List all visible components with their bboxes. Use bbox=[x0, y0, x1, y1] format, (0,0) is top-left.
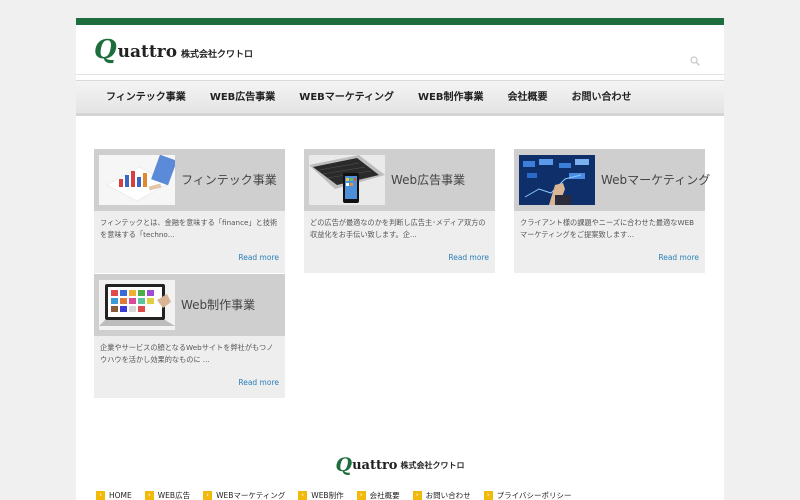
footer-link-home[interactable]: › HOME bbox=[96, 490, 132, 500]
arrow-right-icon: › bbox=[298, 491, 308, 500]
footer-logo-word: uattro bbox=[352, 457, 398, 473]
footer-link-privacy[interactable]: › プライバシーポリシー bbox=[483, 490, 572, 500]
footer-logo[interactable]: Q uattro 株式会社クワトロ bbox=[76, 454, 724, 476]
footer-link-label: お問い合わせ bbox=[425, 491, 471, 500]
fintech-chart-image bbox=[99, 155, 175, 205]
logo-word: uattro bbox=[117, 42, 178, 62]
arrow-right-icon: › bbox=[96, 491, 105, 500]
card-description: クライアント様の課題やニーズに合わせた最適なWEBマーケティングをご提案致します… bbox=[520, 218, 695, 239]
footer-link-company[interactable]: › 会社概要 bbox=[356, 490, 400, 500]
footer-link-web-production[interactable]: › WEB制作 bbox=[298, 490, 344, 500]
card-description: 企業やサービスの顔となるWebサイトを弊社がもつノウハウを活かし効果的なものに … bbox=[100, 343, 274, 364]
logo-q: Q bbox=[94, 35, 117, 65]
read-more-link[interactable]: Read more bbox=[448, 253, 489, 262]
footer-link-web-ads[interactable]: › WEB広告 bbox=[144, 490, 191, 500]
read-more-link[interactable]: Read more bbox=[238, 378, 279, 387]
arrow-right-icon: › bbox=[144, 491, 154, 500]
nav-item-contact[interactable]: お問い合わせ bbox=[559, 81, 643, 113]
nav-item-web-marketing[interactable]: WEBマーケティング bbox=[287, 81, 406, 113]
card-description: フィンテックとは、金融を意味する「finance」と技術を意味する「techno… bbox=[100, 218, 278, 239]
card-header: Web制作事業 bbox=[94, 274, 285, 336]
smartphone-laptop-image bbox=[309, 155, 385, 205]
nav-item-company[interactable]: 会社概要 bbox=[495, 81, 559, 113]
digital-marketing-image bbox=[519, 155, 595, 205]
card-title: Web広告事業 bbox=[391, 173, 466, 187]
footer-links: › HOME › WEB広告 › WEBマーケティング › WEB制作 › 会社概要 › お… bbox=[96, 490, 584, 500]
footer-link-label: プライバシーポリシー bbox=[496, 491, 572, 500]
nav-item-web-production[interactable]: WEB制作事業 bbox=[406, 81, 495, 113]
service-card-web-marketing: Webマーケティング クライアント様の課題やニーズに合わせた最適なWEBマーケテ… bbox=[514, 149, 710, 273]
footer-link-label: HOME bbox=[109, 491, 132, 500]
service-card-fintech: フィンテック事業 フィンテックとは、金融を意味する「finance」と技術を意味… bbox=[94, 149, 285, 273]
read-more-link[interactable]: Read more bbox=[658, 253, 699, 262]
card-title: Webマーケティング bbox=[601, 173, 711, 187]
site-header: Q uattro 株式会社クワトロ bbox=[76, 25, 724, 75]
card-header: フィンテック事業 bbox=[94, 149, 285, 211]
read-more-link[interactable]: Read more bbox=[238, 253, 279, 262]
footer-link-contact[interactable]: › お問い合わせ bbox=[412, 490, 471, 500]
laptop-website-image bbox=[99, 280, 175, 330]
footer-link-label: WEBマーケティング bbox=[216, 491, 286, 500]
service-card-web-production: Web制作事業 企業やサービスの顔となるWebサイトを弊社がもつノウハウを活かし… bbox=[94, 274, 285, 398]
site-logo[interactable]: Q uattro 株式会社クワトロ bbox=[94, 35, 253, 65]
card-title: フィンテック事業 bbox=[181, 173, 277, 187]
footer-link-label: WEB制作 bbox=[311, 491, 344, 500]
arrow-right-icon: › bbox=[356, 491, 366, 500]
card-header: Web広告事業 bbox=[304, 149, 495, 211]
footer-link-label: 会社概要 bbox=[369, 491, 400, 500]
service-card-web-ads: Web広告事業 どの広告が最適なのかを判断し広告主･メディア双方の収益化をお手伝… bbox=[304, 149, 495, 273]
page-container: Q uattro 株式会社クワトロ フィンテック事業 WEB広告事業 WEBマー… bbox=[76, 18, 724, 500]
arrow-right-icon: › bbox=[412, 491, 422, 500]
search-icon[interactable] bbox=[690, 56, 700, 66]
brand-top-bar bbox=[76, 18, 724, 25]
arrow-right-icon: › bbox=[203, 491, 213, 500]
footer-logo-q: Q bbox=[335, 454, 353, 476]
nav-item-web-ads[interactable]: WEB広告事業 bbox=[198, 81, 287, 113]
main-nav: フィンテック事業 WEB広告事業 WEBマーケティング WEB制作事業 会社概要… bbox=[76, 80, 724, 116]
logo-company-name: 株式会社クワトロ bbox=[181, 49, 254, 60]
nav-item-fintech[interactable]: フィンテック事業 bbox=[94, 81, 198, 113]
arrow-right-icon: › bbox=[483, 491, 493, 500]
card-title: Web制作事業 bbox=[181, 298, 256, 312]
card-description: どの広告が最適なのかを判断し広告主･メディア双方の収益化をお手伝い致します。企.… bbox=[310, 218, 486, 239]
footer-link-web-marketing[interactable]: › WEBマーケティング bbox=[203, 490, 285, 500]
footer-link-label: WEB広告 bbox=[157, 491, 191, 500]
card-header: Webマーケティング bbox=[514, 149, 710, 211]
footer-logo-company-name: 株式会社クワトロ bbox=[400, 460, 465, 470]
